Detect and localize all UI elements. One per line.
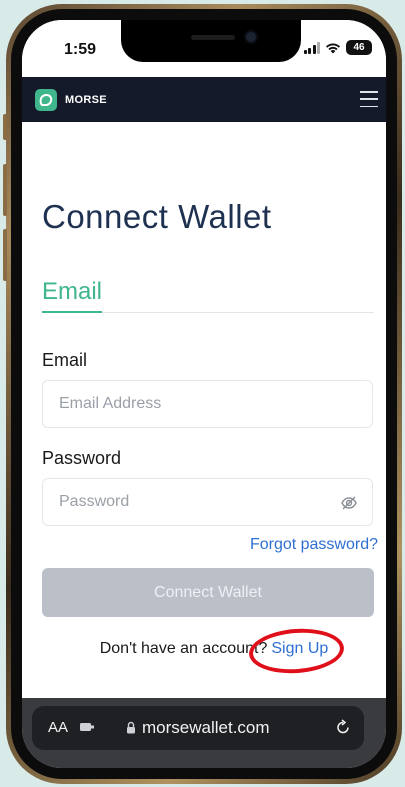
- brand-name[interactable]: MORSE: [65, 94, 107, 106]
- volume-up-button: [3, 164, 7, 216]
- lock-icon: [127, 721, 135, 734]
- email-placeholder: Email Address: [59, 395, 162, 412]
- front-camera: [246, 32, 256, 42]
- speaker: [191, 35, 235, 40]
- email-field[interactable]: Email Address: [42, 380, 373, 428]
- url-text[interactable]: morsewallet.com: [142, 718, 270, 738]
- screen: 1:59 46 MORSE Connect Wallet Email Email…: [22, 20, 386, 768]
- mute-switch: [3, 114, 7, 140]
- battery-indicator: 46: [346, 40, 372, 55]
- volume-down-button: [3, 229, 7, 281]
- password-field[interactable]: Password: [42, 478, 373, 526]
- phone-frame: 1:59 46 MORSE Connect Wallet Email Email…: [3, 4, 402, 784]
- password-placeholder: Password: [59, 493, 130, 510]
- notch: [121, 20, 301, 62]
- connect-wallet-button[interactable]: Connect Wallet: [42, 568, 374, 617]
- tab-active-indicator: [42, 311, 102, 313]
- password-label: Password: [42, 448, 122, 468]
- reload-icon[interactable]: [334, 718, 352, 736]
- page-title: Connect Wallet: [42, 198, 272, 235]
- signup-prompt-text: Don't have an account?: [99, 640, 268, 657]
- hamburger-menu-icon[interactable]: [360, 91, 378, 107]
- browser-toolbar: AA morsewallet.com: [22, 698, 386, 768]
- email-label: Email: [42, 350, 88, 370]
- app-header: MORSE: [22, 77, 386, 122]
- annotation-circle: [247, 625, 346, 677]
- status-indicators: 46: [303, 40, 372, 55]
- text-size-button[interactable]: AA: [48, 719, 68, 736]
- eye-slash-icon[interactable]: [340, 494, 358, 512]
- tab-email[interactable]: Email: [42, 278, 102, 306]
- extension-icon[interactable]: [80, 722, 94, 732]
- forgot-password-link[interactable]: Forgot password?: [250, 536, 378, 554]
- wifi-icon: [326, 43, 340, 53]
- signal-icon: [303, 41, 320, 54]
- morse-logo-icon[interactable]: [35, 88, 57, 111]
- address-bar[interactable]: AA morsewallet.com: [32, 706, 364, 750]
- phone-bezel: 1:59 46 MORSE Connect Wallet Email Email…: [11, 9, 397, 779]
- status-bar: 1:59 46: [22, 20, 386, 77]
- status-time: 1:59: [64, 41, 97, 58]
